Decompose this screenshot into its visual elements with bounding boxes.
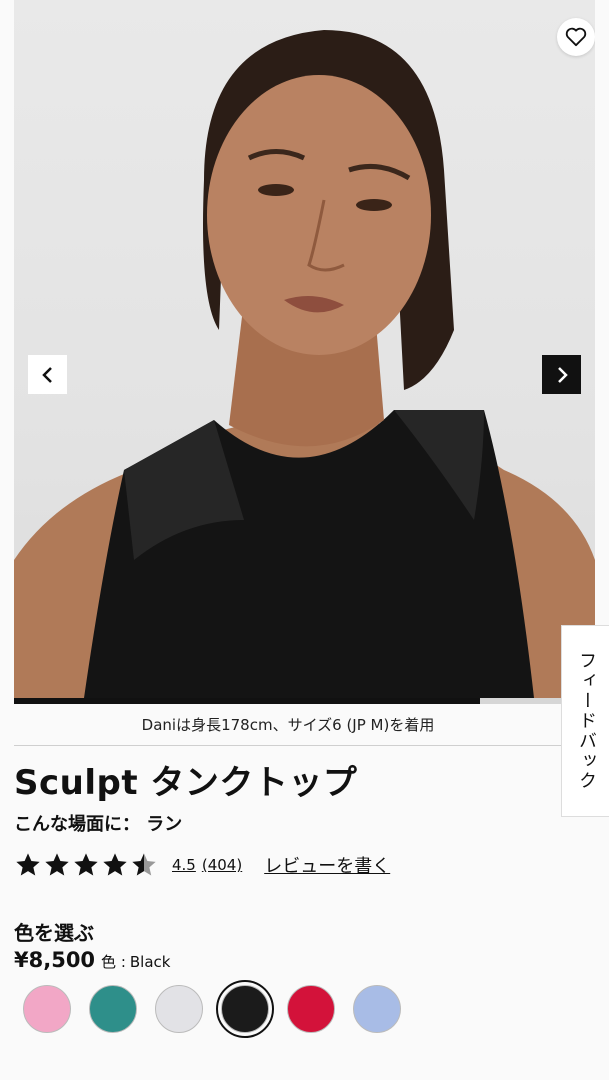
wishlist-button[interactable] (557, 18, 595, 56)
product-title: Sculpt タンクトップ (14, 763, 358, 803)
chevron-left-icon (41, 366, 52, 383)
review-count-link[interactable]: (404) (202, 856, 242, 874)
color-swatches (18, 980, 414, 1038)
star-icon (16, 853, 40, 876)
color-swatch-fill (287, 985, 335, 1033)
selected-color-name: Black (129, 953, 171, 971)
model-size-caption: Daniは身長178cm、サイズ6 (JP M)を着用 (141, 716, 435, 734)
star-icon (103, 853, 127, 876)
product-photo (14, 30, 595, 698)
gallery-next-button[interactable] (542, 355, 581, 394)
color-swatch-fill (89, 985, 137, 1033)
feedback-label: フィードバック (576, 651, 597, 791)
color-swatch-fill (155, 985, 203, 1033)
color-swatch[interactable] (150, 980, 208, 1038)
color-swatch[interactable] (282, 980, 340, 1038)
divider (14, 745, 562, 746)
rating-stars (14, 851, 158, 879)
color-swatch-fill (353, 985, 401, 1033)
product-image-gallery[interactable] (14, 0, 595, 698)
gallery-progress-fill (14, 698, 480, 704)
feedback-tab[interactable]: フィードバック (561, 625, 609, 817)
color-section-label: 色を選ぶ (14, 921, 94, 945)
gallery-prev-button[interactable] (28, 355, 67, 394)
price-row: ¥8,500 色 : Black (14, 948, 170, 972)
star-icon (74, 853, 98, 876)
activity-label: こんな場面に： ラン (14, 814, 183, 835)
color-swatch-fill (221, 985, 269, 1033)
price: ¥8,500 (14, 948, 96, 972)
rating-value-link[interactable]: 4.5 (172, 856, 196, 874)
color-swatch[interactable] (18, 980, 76, 1038)
chevron-right-icon (557, 366, 568, 383)
star-icon (132, 853, 156, 876)
write-review-link[interactable]: レビューを書く (264, 852, 390, 878)
color-swatch[interactable] (216, 980, 274, 1038)
color-swatch[interactable] (348, 980, 406, 1038)
star-icon (45, 853, 69, 876)
color-prefix: 色 : (101, 953, 126, 971)
rating-row: 4.5 (404) レビューを書く (14, 848, 390, 882)
color-swatch[interactable] (84, 980, 142, 1038)
heart-icon (565, 27, 587, 47)
color-swatch-fill (23, 985, 71, 1033)
gallery-progress-bar (14, 698, 562, 704)
